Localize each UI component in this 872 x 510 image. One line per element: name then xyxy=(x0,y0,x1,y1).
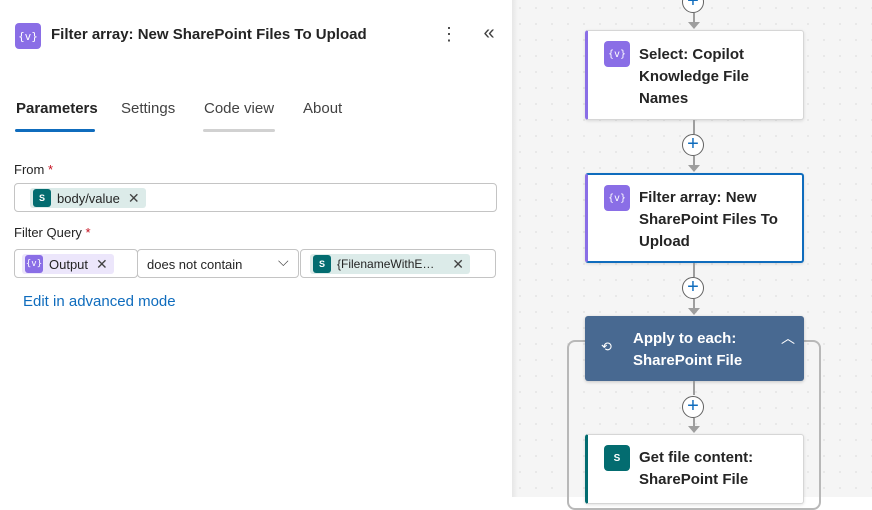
remove-token-icon[interactable]: ✕ xyxy=(96,256,108,273)
variable-icon: {v} xyxy=(25,255,43,273)
connector-arrow xyxy=(688,308,700,315)
loop-icon: ⟲ xyxy=(601,339,612,354)
left-token-label: Output xyxy=(49,256,89,272)
sharepoint-icon: S xyxy=(313,255,331,273)
filter-left-operand[interactable]: {v} Output ✕ xyxy=(14,249,138,278)
collapse-panel-icon[interactable]: « xyxy=(478,22,500,46)
add-action-button[interactable]: + xyxy=(682,134,704,156)
variable-icon: {v} xyxy=(15,23,41,49)
active-tab-indicator xyxy=(15,129,95,132)
filter-operator-dropdown[interactable]: does not contain ⌵ xyxy=(137,249,299,278)
action-details-panel: {v} Filter array: New SharePoint Files T… xyxy=(0,0,512,497)
panel-title: Filter array: New SharePoint Files To Up… xyxy=(51,26,367,43)
from-input[interactable]: S body/value ✕ xyxy=(14,183,497,212)
operator-value: does not contain xyxy=(147,257,243,272)
more-options-icon[interactable]: ⋮ xyxy=(440,24,458,48)
connector-line xyxy=(693,381,695,395)
action-card-get-file-content[interactable]: S Get file content: SharePoint File xyxy=(585,434,804,504)
connector-line xyxy=(693,120,695,134)
scope-title: Apply to each: SharePoint File xyxy=(633,330,743,369)
left-operand-token[interactable]: {v} Output ✕ xyxy=(22,254,114,274)
variable-icon: {v} xyxy=(604,185,630,211)
variable-icon: {v} xyxy=(604,41,630,67)
tab-code-view[interactable]: Code view xyxy=(204,100,274,117)
tab-hover-indicator xyxy=(203,129,275,132)
from-token[interactable]: S body/value ✕ xyxy=(30,188,146,208)
edit-advanced-mode-link[interactable]: Edit in advanced mode xyxy=(23,293,176,310)
filter-query-label: Filter Query * xyxy=(14,225,91,240)
from-label: From * xyxy=(14,162,54,177)
chevron-down-icon: ⌵ xyxy=(278,253,289,269)
connector-arrow xyxy=(688,165,700,172)
connector-arrow xyxy=(688,426,700,433)
tab-parameters[interactable]: Parameters xyxy=(16,100,98,117)
sharepoint-icon: S xyxy=(33,189,51,207)
tab-about[interactable]: About xyxy=(303,100,342,117)
chevron-up-icon[interactable]: ︿ xyxy=(781,328,795,348)
action-card-title: Filter array: New SharePoint Files To Uplo… xyxy=(639,189,778,250)
right-operand-token[interactable]: S {FilenameWithE… ✕ xyxy=(310,254,470,274)
connector-line xyxy=(693,263,695,277)
apply-to-each-header[interactable]: ⟲ Apply to each: SharePoint File ︿ xyxy=(585,316,804,381)
add-action-button[interactable]: + xyxy=(682,277,704,299)
action-card-title: Get file content: SharePoint File xyxy=(639,449,754,488)
from-token-label: body/value xyxy=(57,190,120,206)
filter-right-operand[interactable]: S {FilenameWithE… ✕ xyxy=(300,249,496,278)
remove-token-icon[interactable]: ✕ xyxy=(128,190,140,207)
tab-settings[interactable]: Settings xyxy=(121,100,175,117)
action-card-title: Select: Copilot Knowledge File Names xyxy=(639,46,750,107)
add-action-button[interactable]: + xyxy=(682,396,704,418)
right-token-label: {FilenameWithE… xyxy=(337,257,435,271)
connector-arrow xyxy=(688,22,700,29)
action-card-select[interactable]: {v} Select: Copilot Knowledge File Names xyxy=(585,30,804,120)
action-card-filter-array[interactable]: {v} Filter array: New SharePoint Files To… xyxy=(585,173,804,263)
panel-shadow xyxy=(512,0,518,497)
sharepoint-icon: S xyxy=(604,445,630,471)
remove-token-icon[interactable]: ✕ xyxy=(452,256,464,273)
